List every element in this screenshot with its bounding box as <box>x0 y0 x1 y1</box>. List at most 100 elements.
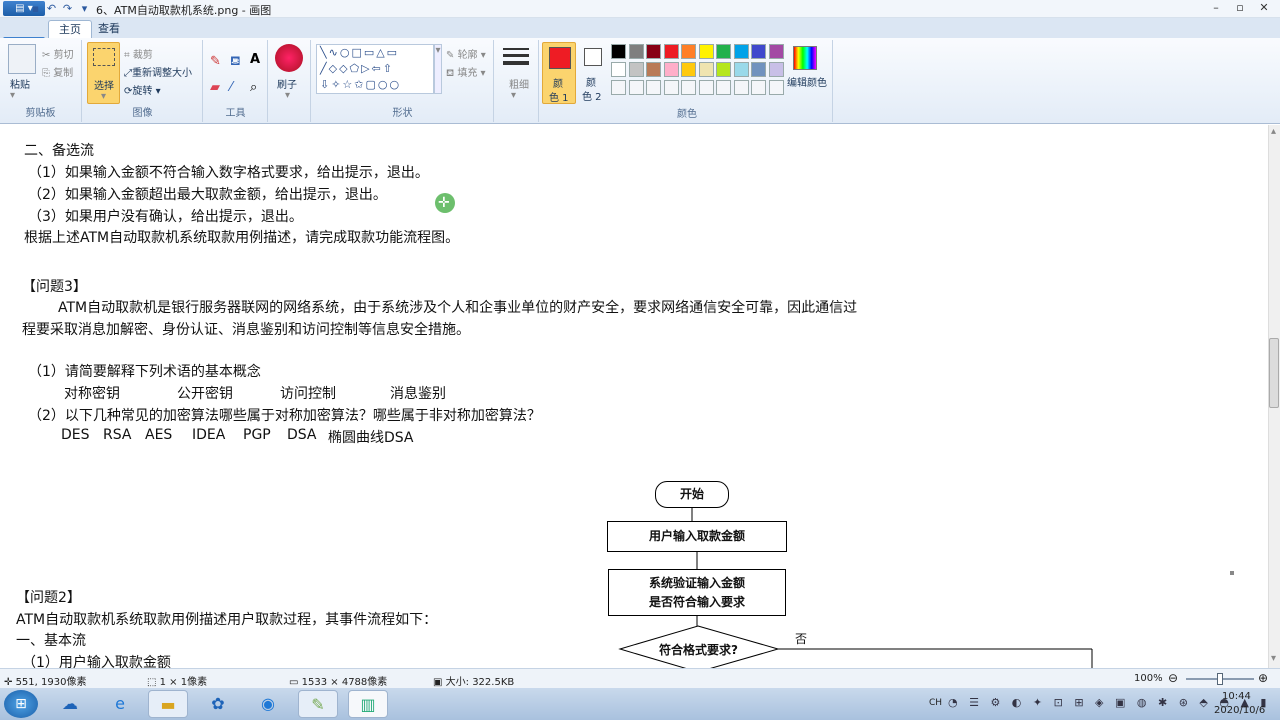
app-icon[interactable]: ✿ <box>198 690 238 718</box>
paint-taskbar-icon[interactable]: ✎ <box>298 690 338 718</box>
scrollbar-thumb[interactable] <box>1269 338 1279 408</box>
doc-line: 一、基本流 <box>16 633 86 649</box>
palette-color-swatch[interactable] <box>751 62 766 77</box>
palette-color-swatch[interactable] <box>663 62 679 77</box>
minimize-icon[interactable]: – <box>1205 1 1227 16</box>
palette-color-swatch[interactable] <box>698 80 714 95</box>
paste-button[interactable]: 粘贴 <box>10 76 30 91</box>
palette-color-swatch[interactable] <box>611 44 626 59</box>
palette-color-swatch[interactable] <box>681 44 696 59</box>
clock-time[interactable]: 10:44 <box>1222 691 1251 702</box>
selection-size: ⬚ 1 × 1像素 <box>147 677 208 688</box>
color2-button[interactable]: 颜 色 2 <box>578 42 608 104</box>
palette-color-swatch[interactable] <box>628 44 644 59</box>
doc-line: ATM自动取款机系统取款用例描述用户取款过程，其事件流程如下： <box>16 612 438 628</box>
canvas-resize-handle[interactable] <box>1230 571 1234 575</box>
doc-algo: 椭圆曲线DSA <box>328 430 414 446</box>
palette-color-swatch[interactable] <box>681 80 696 95</box>
color-picker-icon[interactable]: ⁄ <box>230 80 232 95</box>
doc-line: （1）请简要解释下列术语的基本概念 <box>28 364 261 380</box>
palette-color-swatch[interactable] <box>698 44 714 59</box>
text-tool-icon[interactable]: A <box>250 52 260 67</box>
outline-button[interactable]: ✎ 轮廓 ▾ <box>446 46 486 61</box>
paste-icon[interactable] <box>8 44 36 74</box>
palette-color-swatch[interactable] <box>716 44 731 59</box>
doc-line: （2）如果输入金额超出最大取款金额，给出提示，退出。 <box>28 187 387 203</box>
fill-button[interactable]: ⛾ 填充 ▾ <box>446 64 486 81</box>
redo-icon[interactable]: ↷ <box>61 2 74 15</box>
scroll-down-icon[interactable]: ▾ <box>1271 653 1276 664</box>
image-size: ▭ 1533 × 4788像素 <box>289 677 388 688</box>
palette-color-swatch[interactable] <box>698 62 714 77</box>
paste-dropdown-icon[interactable]: ▾ <box>10 90 15 101</box>
ribbon-divider <box>832 40 833 122</box>
palette-color-swatch[interactable] <box>628 62 644 77</box>
flowchart-step-validate-line2: 是否符合输入要求 <box>648 595 745 609</box>
image-canvas[interactable]: 二、备选流 （1）如果输入金额不符合输入数字格式要求，给出提示，退出。 （2）如… <box>0 125 1230 668</box>
pencil-icon[interactable]: ✎ <box>210 54 221 69</box>
shapes-scroll[interactable]: ▾ <box>434 44 442 94</box>
flowchart-step-input-amount: 用户输入取款金额 <box>607 521 787 552</box>
browser-icon[interactable]: ◉ <box>248 690 288 718</box>
select-button[interactable]: 选择 ▾ <box>87 42 120 104</box>
palette-color-swatch[interactable] <box>663 44 679 59</box>
quick-access-dropdown-icon[interactable]: ▾ <box>78 2 91 15</box>
crop-button[interactable]: ⌗ 裁剪 <box>124 46 153 61</box>
scroll-up-icon[interactable]: ▴ <box>1271 126 1276 137</box>
zoom-in-icon[interactable]: ⊕ <box>1258 671 1268 685</box>
start-button[interactable]: ⊞ <box>4 690 38 718</box>
palette-color-swatch[interactable] <box>611 80 626 95</box>
maximize-icon[interactable]: ▫ <box>1229 1 1251 16</box>
baidu-netdisk-icon[interactable]: ☁ <box>50 690 90 718</box>
edit-colors-button[interactable]: 编辑颜色 <box>787 74 827 89</box>
fill-bucket-icon[interactable]: ⛾ <box>230 54 241 71</box>
edit-colors-icon[interactable] <box>793 46 817 70</box>
palette-color-swatch[interactable] <box>611 62 626 77</box>
tab-home[interactable]: 主页 <box>48 20 92 38</box>
zoom-out-icon[interactable]: ⊖ <box>1168 671 1178 685</box>
palette-color-swatch[interactable] <box>751 44 766 59</box>
resize-button[interactable]: ⤢重新调整大小 <box>124 64 192 79</box>
close-icon[interactable]: ✕ <box>1253 1 1275 16</box>
palette-color-swatch[interactable] <box>733 62 749 77</box>
brush-icon[interactable] <box>275 44 303 72</box>
palette-color-swatch[interactable] <box>681 62 696 77</box>
language-indicator[interactable]: CH <box>929 698 942 708</box>
palette-color-swatch[interactable] <box>751 80 766 95</box>
undo-icon[interactable]: ↶ <box>45 2 58 15</box>
size-button[interactable]: 粗细 <box>509 76 529 91</box>
tab-view[interactable]: 查看 <box>88 20 130 38</box>
palette-color-swatch[interactable] <box>646 62 661 77</box>
palette-color-swatch[interactable] <box>768 44 784 59</box>
eraser-icon[interactable]: ▰ <box>210 80 220 95</box>
chart-app-icon[interactable]: ▥ <box>348 690 388 718</box>
size-dropdown-icon[interactable]: ▾ <box>511 90 516 101</box>
title-bar: ▤ ▾ ▪ ↶ ↷ ▾ 6、ATM自动取款机系统.png - 画图 – ▫ ✕ <box>0 0 1280 18</box>
color1-button[interactable]: 颜 色 1 <box>542 42 576 104</box>
color2-swatch <box>584 48 602 66</box>
palette-color-swatch[interactable] <box>646 44 661 59</box>
select-icon <box>93 48 115 66</box>
cut-button[interactable]: ✂ 剪切 <box>42 46 74 61</box>
palette-color-swatch[interactable] <box>768 62 784 77</box>
canvas-area[interactable]: 二、备选流 （1）如果输入金额不符合输入数字格式要求，给出提示，退出。 （2）如… <box>0 125 1268 668</box>
file-explorer-icon[interactable]: ▬ <box>148 690 188 718</box>
palette-color-swatch[interactable] <box>646 80 661 95</box>
palette-color-swatch[interactable] <box>768 80 784 95</box>
palette-color-swatch[interactable] <box>716 80 731 95</box>
copy-button[interactable]: ⎘ 复制 <box>42 64 73 79</box>
shapes-gallery[interactable]: ╲∿○□▭△▭ ╱◇◇⬠▷⇦⇧ ⇩✧☆✩▢○○ <box>316 44 434 94</box>
brushes-button[interactable]: 刷子 <box>277 76 297 91</box>
palette-color-swatch[interactable] <box>628 80 644 95</box>
internet-explorer-icon[interactable]: e <box>100 690 140 718</box>
rotate-button[interactable]: ⟳旋转 ▾ <box>124 82 161 97</box>
zoom-slider-thumb[interactable] <box>1217 673 1223 685</box>
palette-color-swatch[interactable] <box>733 44 749 59</box>
magnifier-icon[interactable]: ⌕ <box>250 80 257 95</box>
save-icon[interactable]: ▪ <box>29 2 42 15</box>
brushes-dropdown-icon[interactable]: ▾ <box>285 90 290 101</box>
palette-color-swatch[interactable] <box>663 80 679 95</box>
palette-color-swatch[interactable] <box>716 62 731 77</box>
clock-date[interactable]: 2020/10/6 <box>1214 705 1265 716</box>
palette-color-swatch[interactable] <box>733 80 749 95</box>
